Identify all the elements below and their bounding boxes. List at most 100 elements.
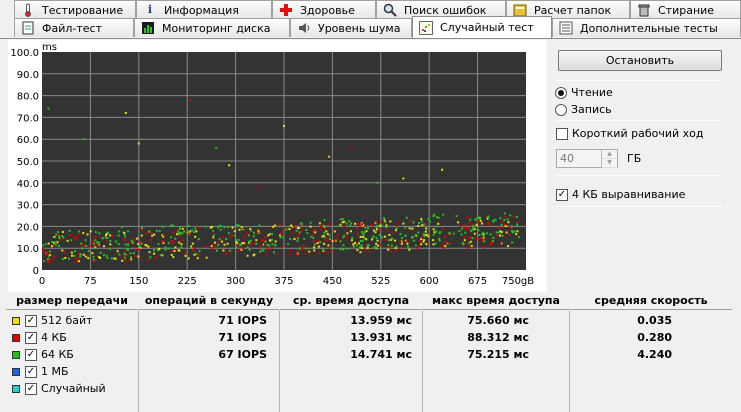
data-point — [387, 244, 390, 247]
data-point — [153, 233, 156, 236]
data-point — [223, 243, 226, 246]
data-point — [47, 242, 50, 245]
short-stroke-checkbox[interactable]: Короткий рабочий ход — [556, 127, 703, 140]
data-point — [248, 240, 251, 243]
data-point — [312, 236, 315, 239]
tab-label: Тестирование — [42, 3, 124, 17]
align-4k-checkbox[interactable]: ✓ 4 КБ выравнивание — [556, 188, 685, 201]
data-point — [350, 222, 353, 225]
data-point — [215, 249, 218, 252]
data-point — [124, 258, 127, 261]
tab-health[interactable]: Здоровье — [272, 0, 376, 19]
data-point — [368, 250, 371, 253]
data-point — [117, 234, 120, 237]
data-point — [384, 235, 387, 238]
data-point — [507, 221, 510, 224]
stroke-size-spinner[interactable]: 40 ▲ ▼ — [556, 149, 618, 168]
header-iops: операций в секунду — [139, 292, 279, 310]
size-checkbox[interactable]: ✓ — [25, 382, 37, 395]
data-point — [408, 248, 411, 251]
data-point — [460, 233, 463, 236]
read-radio[interactable]: Чтение — [555, 86, 613, 99]
data-point — [327, 246, 330, 249]
spinner-down-icon[interactable]: ▼ — [602, 159, 617, 168]
data-point — [390, 250, 393, 253]
data-point — [131, 241, 134, 244]
write-radio[interactable]: Запись — [555, 103, 612, 116]
data-point — [473, 232, 476, 235]
data-point — [116, 250, 119, 253]
tab-label: Уровень шума — [318, 21, 401, 35]
data-point — [325, 237, 328, 240]
data-point-outlier — [189, 98, 192, 101]
data-point — [193, 253, 196, 256]
data-point — [253, 231, 256, 234]
data-point — [239, 243, 242, 246]
data-point — [499, 234, 502, 237]
tab-erase[interactable]: Стирание — [630, 0, 741, 19]
data-point — [217, 244, 220, 247]
data-point — [167, 247, 170, 250]
size-checkbox[interactable]: ✓ — [25, 314, 37, 327]
data-point — [480, 236, 483, 239]
size-checkbox[interactable]: ✓ — [25, 348, 37, 361]
spinner-arrows[interactable]: ▲ ▼ — [601, 150, 617, 168]
data-point — [425, 233, 428, 236]
data-point — [212, 229, 215, 232]
data-point — [385, 224, 388, 227]
size-checkbox[interactable]: ✓ — [25, 365, 37, 378]
data-point — [406, 242, 409, 245]
stop-button[interactable]: Остановить — [558, 50, 722, 71]
data-point — [126, 244, 129, 247]
data-point — [145, 232, 148, 235]
spinner-up-icon[interactable]: ▲ — [602, 150, 617, 159]
data-point — [48, 250, 51, 253]
data-point — [164, 246, 167, 249]
data-point — [231, 226, 234, 229]
data-point — [478, 233, 481, 236]
data-point — [295, 229, 298, 232]
data-point — [373, 245, 376, 248]
data-point — [486, 215, 489, 218]
data-point — [246, 246, 249, 249]
header-avg-access: ср. время доступа — [280, 292, 422, 310]
data-point-outlier — [82, 138, 85, 141]
data-point — [356, 249, 359, 252]
tab-noise-level[interactable]: Уровень шума — [290, 18, 412, 37]
data-point — [437, 222, 440, 225]
data-point — [187, 232, 190, 235]
data-point — [338, 224, 341, 227]
data-point — [319, 241, 322, 244]
data-point — [55, 233, 58, 236]
data-point — [91, 252, 94, 255]
data-point — [410, 219, 413, 222]
data-point — [264, 240, 267, 243]
data-point — [105, 254, 108, 257]
data-point — [42, 244, 45, 247]
data-point — [392, 231, 395, 234]
tab-additional-tests[interactable]: Дополнительные тесты — [552, 18, 741, 37]
data-point — [157, 243, 160, 246]
tab-disk-monitoring[interactable]: Мониторинг диска — [134, 18, 290, 37]
data-point — [462, 243, 465, 246]
data-point — [332, 249, 335, 252]
size-checkbox[interactable]: ✓ — [25, 331, 37, 344]
data-point — [41, 247, 44, 250]
data-point — [395, 245, 398, 248]
data-point — [291, 232, 294, 235]
data-point — [140, 242, 143, 245]
tab-file-test[interactable]: Файл-тест — [14, 18, 134, 37]
tab-random-test[interactable]: Случайный тест — [412, 16, 552, 38]
data-point — [442, 213, 445, 216]
data-point — [463, 236, 466, 239]
data-point — [81, 247, 84, 250]
data-point — [260, 249, 263, 252]
data-point — [293, 237, 296, 240]
data-point — [425, 227, 428, 230]
data-point — [463, 239, 466, 242]
data-point — [420, 238, 423, 241]
tab-testing[interactable]: Тестирование — [14, 0, 136, 19]
data-point — [246, 232, 249, 235]
data-point — [372, 229, 375, 232]
tab-info[interactable]: i Информация — [136, 0, 272, 19]
